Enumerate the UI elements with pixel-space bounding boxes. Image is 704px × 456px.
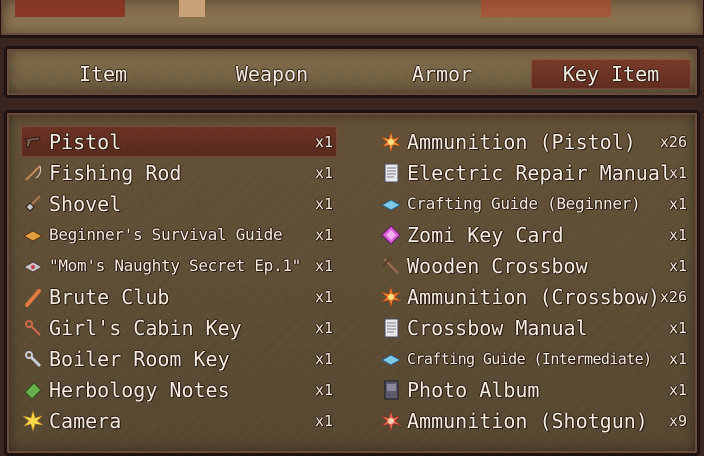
item-quantity: x1 (314, 194, 333, 213)
list-item[interactable]: Shovel x1 (21, 188, 337, 219)
item-name: Boiler Room Key (49, 346, 230, 371)
list-item[interactable]: Girl's Cabin Key x1 (21, 312, 337, 343)
item-name: Electric Repair Manual (407, 160, 669, 185)
item-quantity: x1 (314, 225, 333, 244)
keycard-icon (379, 223, 403, 247)
item-name: Wooden Crossbow (407, 253, 588, 278)
list-item[interactable]: Fishing Rod x1 (21, 157, 337, 188)
album-icon (379, 378, 403, 402)
top-panel-decoration (179, 0, 205, 17)
ammo-icon (379, 285, 403, 309)
list-item[interactable]: Camera x1 (21, 405, 337, 436)
item-list-panel: Pistol x1 Fishing Rod x1 Shovel x1 Begin… (4, 110, 700, 456)
key-icon (21, 316, 45, 340)
item-quantity: x1 (314, 318, 333, 337)
list-item[interactable]: Brute Club x1 (21, 281, 337, 312)
item-quantity: x1 (668, 380, 687, 399)
fishing-rod-icon (21, 161, 45, 185)
item-quantity: x1 (668, 256, 687, 275)
item-quantity: x1 (314, 256, 333, 275)
list-item[interactable]: Ammunition (Shotgun) x9 (379, 405, 691, 436)
item-name: Crafting Guide (Beginner) (407, 194, 641, 213)
book-icon (21, 223, 45, 247)
list-item[interactable]: Boiler Room Key x1 (21, 343, 337, 374)
list-item[interactable]: Electric Repair Manual x1 (379, 157, 691, 188)
pistol-icon (21, 130, 45, 154)
list-item[interactable]: Crossbow Manual x1 (379, 312, 691, 343)
manual-icon (379, 161, 403, 185)
notes-icon (21, 378, 45, 402)
item-name: Crafting Guide (Intermediate) (407, 349, 652, 368)
list-item[interactable]: "Mom's Naughty Secret Ep.1" x1 (21, 250, 337, 281)
key-icon (21, 347, 45, 371)
item-name: Ammunition (Shotgun) (407, 408, 648, 433)
item-quantity: x9 (668, 411, 687, 430)
item-quantity: x26 (659, 287, 687, 306)
category-tabs-panel: Item Weapon Armor Key Item (4, 46, 700, 98)
item-name: Ammunition (Pistol) (407, 129, 636, 154)
club-icon (21, 285, 45, 309)
tab-key-item[interactable]: Key Item (531, 59, 691, 89)
item-name: Ammunition (Crossbow) (407, 284, 660, 309)
tab-item[interactable]: Item (43, 59, 163, 89)
item-name: Beginner's Survival Guide (49, 225, 283, 244)
item-name: Herbology Notes (49, 377, 230, 402)
item-name: Brute Club (49, 284, 170, 309)
item-quantity: x1 (314, 287, 333, 306)
item-quantity: x1 (668, 194, 687, 213)
item-quantity: x1 (314, 132, 333, 151)
camera-flash-icon (21, 409, 45, 433)
item-quantity: x1 (314, 163, 333, 182)
item-quantity: x26 (659, 132, 687, 151)
item-quantity: x1 (668, 163, 687, 182)
item-name: Zomi Key Card (407, 222, 564, 247)
guide-book-icon (379, 192, 403, 216)
list-item[interactable]: Pistol x1 (21, 126, 337, 157)
list-item[interactable]: Herbology Notes x1 (21, 374, 337, 405)
tab-armor[interactable]: Armor (387, 59, 497, 89)
item-name: Girl's Cabin Key (49, 315, 242, 340)
top-panel-decoration (481, 0, 611, 17)
item-quantity: x1 (314, 349, 333, 368)
list-item[interactable]: Zomi Key Card x1 (379, 219, 691, 250)
tab-weapon[interactable]: Weapon (207, 59, 337, 89)
magazine-icon (21, 254, 45, 278)
item-name: Pistol (49, 129, 122, 154)
crossbow-icon (379, 254, 403, 278)
ammo-icon (379, 130, 403, 154)
list-item[interactable]: Wooden Crossbow x1 (379, 250, 691, 281)
list-item[interactable]: Ammunition (Crossbow) x26 (379, 281, 691, 312)
shovel-icon (21, 192, 45, 216)
item-quantity: x1 (668, 349, 687, 368)
list-item[interactable]: Photo Album x1 (379, 374, 691, 405)
item-quantity: x1 (314, 411, 333, 430)
item-quantity: x1 (668, 225, 687, 244)
item-name: "Mom's Naughty Secret Ep.1" (49, 256, 301, 275)
ammo-icon (379, 409, 403, 433)
item-name: Crossbow Manual (407, 315, 588, 340)
top-panel-decoration (15, 0, 125, 17)
list-item[interactable]: Ammunition (Pistol) x26 (379, 126, 691, 157)
guide-book-icon (379, 347, 403, 371)
list-item[interactable]: Beginner's Survival Guide x1 (21, 219, 337, 250)
item-name: Fishing Rod (49, 160, 182, 185)
item-name: Camera (49, 408, 122, 433)
top-info-panel (0, 0, 704, 38)
list-item[interactable]: Crafting Guide (Beginner) x1 (379, 188, 691, 219)
list-item[interactable]: Crafting Guide (Intermediate) x1 (379, 343, 691, 374)
item-quantity: x1 (668, 318, 687, 337)
item-name: Shovel (49, 191, 122, 216)
item-quantity: x1 (314, 380, 333, 399)
manual-icon (379, 316, 403, 340)
item-name: Photo Album (407, 377, 540, 402)
